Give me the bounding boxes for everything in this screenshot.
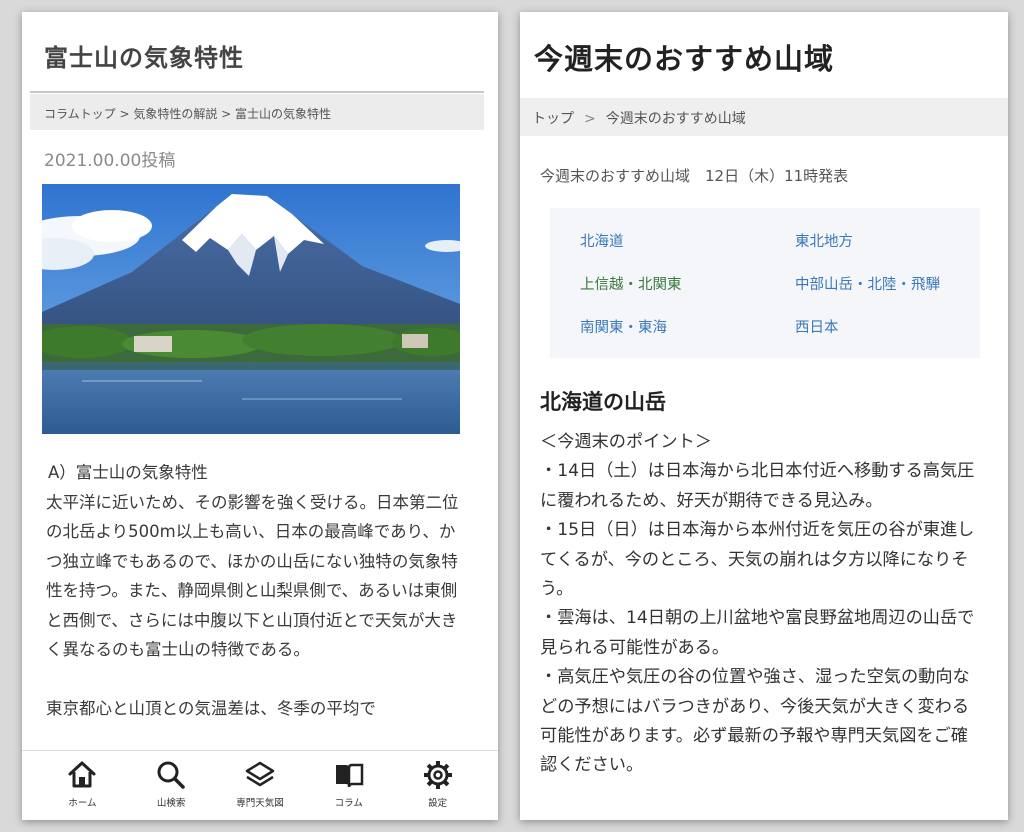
breadcrumb-home-link[interactable]: トップ — [532, 111, 574, 127]
article-paragraph: 東京都心と山頂との気温差は、冬季の平均で — [46, 698, 376, 718]
breadcrumb: トップ > 今週末のおすすめ山域 — [520, 98, 1008, 136]
region-link-minamikanto-tokai[interactable]: 南関東・東海 — [580, 316, 667, 337]
mount-fuji-photo — [42, 184, 460, 434]
page-title: 富士山の気象特性 — [44, 44, 244, 72]
region-link-joshinetsu-kitakanto[interactable]: 上信越・北関東 — [580, 273, 682, 294]
weekend-points: ＜今週末のポイント＞ ・14日（土）は日本海から北日本付近へ移動する高気圧に覆わ… — [540, 428, 984, 781]
nav-label: ホーム — [68, 798, 97, 809]
nav-home[interactable]: ホーム — [47, 759, 117, 820]
region-link-nishinihon[interactable]: 西日本 — [795, 316, 839, 337]
breadcrumb[interactable]: コラムトップ > 気象特性の解説 > 富士山の気象特性 — [30, 94, 484, 130]
region-link-tohoku[interactable]: 東北地方 — [795, 230, 853, 251]
point-item: ・雲海は、14日朝の上川盆地や富良野盆地周辺の山岳で見られる可能性がある。 — [540, 608, 975, 658]
home-icon — [68, 761, 96, 788]
page-title: 今週末のおすすめ山域 — [534, 42, 835, 76]
layers-icon — [245, 761, 275, 787]
region-link-hokkaido[interactable]: 北海道 — [580, 230, 624, 251]
search-icon — [157, 761, 185, 789]
breadcrumb-current: 今週末のおすすめ山域 — [605, 111, 746, 127]
nav-column[interactable]: コラム — [314, 759, 384, 820]
weekend-mountains-screen: 今週末のおすすめ山域 トップ > 今週末のおすすめ山域 今週末のおすすめ山域 12日… — [520, 12, 1008, 820]
gear-icon — [423, 761, 452, 789]
nav-weather-maps[interactable]: 専門天気図 — [225, 759, 295, 820]
forecast-announcement: 今週末のおすすめ山域 12日（木）11時発表 — [540, 167, 849, 185]
nav-label: 設定 — [428, 798, 448, 809]
article-heading: A）富士山の気象特性 — [48, 463, 208, 482]
title-divider — [30, 91, 484, 93]
nav-label: 専門天気図 — [236, 798, 284, 809]
book-icon — [335, 763, 364, 788]
nav-label: 山検索 — [156, 798, 186, 809]
nav-label: コラム — [334, 798, 363, 809]
post-date: 2021.00.00投稿 — [44, 151, 176, 171]
point-item: ・14日（土）は日本海から北日本付近へ移動する高気圧に覆われるため、好天が期待で… — [540, 461, 975, 511]
article-paragraph: 太平洋に近いため、その影響を強く受ける。日本第二位の北岳より500m以上も高い、… — [46, 492, 459, 660]
breadcrumb-separator: > — [584, 111, 596, 127]
nav-mountain-search[interactable]: 山検索 — [136, 759, 206, 820]
points-heading: ＜今週末のポイント＞ — [540, 432, 712, 452]
point-item: ・高気圧や気圧の谷の位置や強さ、湿った空気の動向などの予想にはバラつきがあり、今… — [540, 667, 970, 776]
region-link-chubu-hokuriku-hida[interactable]: 中部山岳・北陸・飛騨 — [795, 273, 940, 294]
nav-settings[interactable]: 設定 — [403, 759, 473, 820]
article-body: A）富士山の気象特性 太平洋に近いため、その影響を強く受ける。日本第二位の北岳よ… — [46, 458, 466, 723]
region-links-panel: 北海道 東北地方 上信越・北関東 中部山岳・北陸・飛騨 南関東・東海 西日本 — [550, 208, 980, 358]
point-item: ・15日（日）は日本海から本州付近を気圧の谷が東進してくるが、今のところ、天気の… — [540, 520, 975, 600]
fuji-column-screen: 富士山の気象特性 コラムトップ > 気象特性の解説 > 富士山の気象特性 202… — [22, 12, 498, 820]
bottom-navigation: ホーム 山検索 専門天気図 コラム 設定 — [22, 750, 498, 820]
section-title: 北海道の山岳 — [540, 390, 666, 414]
